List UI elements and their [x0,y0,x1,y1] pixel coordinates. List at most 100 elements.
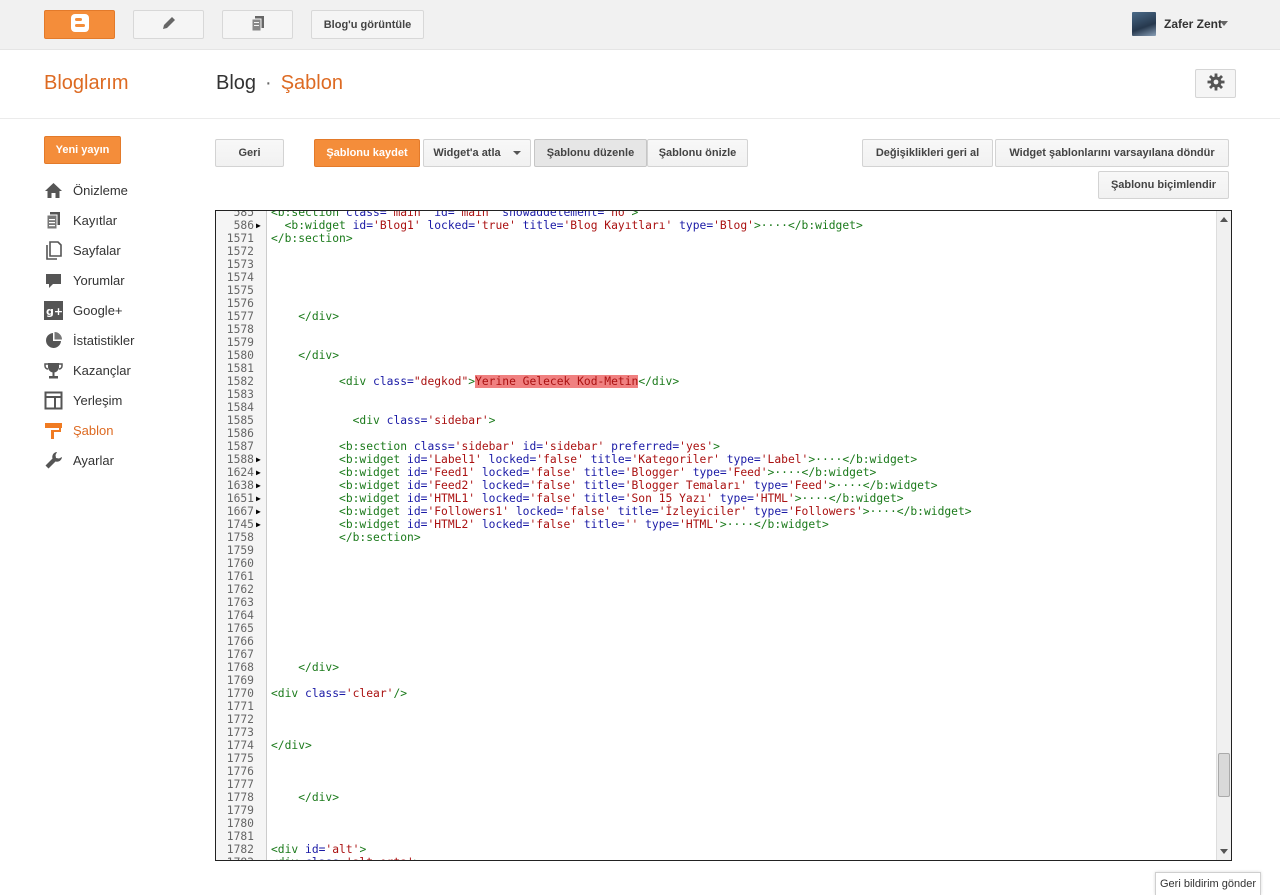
chevron-down-icon[interactable] [1220,21,1228,26]
sidebar-item-posts[interactable]: Kayıtlar [44,205,204,235]
vertical-scrollbar[interactable] [1216,211,1231,860]
fold-arrow-icon[interactable]: ▶ [254,505,267,518]
scroll-down-icon[interactable] [1220,849,1228,854]
code-line[interactable]: 1783 <div class='alt-orta'> [216,856,1216,860]
code-line[interactable]: 1773 [216,726,1216,739]
code-line[interactable]: 1779 [216,804,1216,817]
code-line[interactable]: 1772 [216,713,1216,726]
view-blog-button[interactable]: Blog'u görüntüle [311,10,424,39]
code-line[interactable]: 1581 [216,362,1216,375]
code-line[interactable]: 1781 [216,830,1216,843]
code-line[interactable]: 1758 </b:section> [216,531,1216,544]
code-line[interactable]: 1574 [216,271,1216,284]
sidebar-item-stats[interactable]: İstatistikler [44,325,204,355]
send-feedback-button[interactable]: Geri bildirim gönder [1155,872,1261,895]
code-line[interactable]: 1768 </div> [216,661,1216,674]
code-token: > [488,414,496,427]
code-line[interactable]: 1769 [216,674,1216,687]
code-line[interactable]: 1577 </div> [216,310,1216,323]
code-line[interactable]: 1580 </div> [216,349,1216,362]
my-blogs-link[interactable]: Bloglarım [44,72,128,95]
sidebar-item-layout[interactable]: Yerleşim [44,385,204,415]
code-line[interactable]: 1587 <b:section class='sidebar' id='side… [216,440,1216,453]
code-line[interactable]: 1780 [216,817,1216,830]
code-line[interactable]: 585 <b:section class='main' id='main' sho… [216,211,1216,219]
code-line[interactable]: 1774 </div> [216,739,1216,752]
code-line[interactable]: 1576 [216,297,1216,310]
code-line[interactable]: 1572 [216,245,1216,258]
edit-template-tab[interactable]: Şablonu düzenle [534,139,647,167]
breadcrumb-blog[interactable]: Blog [216,72,256,95]
revert-changes-button[interactable]: Değişiklikleri geri al [862,139,993,167]
code-line[interactable]: 1759 [216,544,1216,557]
posts-list-button[interactable] [222,10,293,39]
code-line[interactable]: 1573 [216,258,1216,271]
sidebar-item-overview[interactable]: Önizleme [44,175,204,205]
sidebar-item-google-plus[interactable]: g+ Google+ [44,295,204,325]
code-line[interactable]: 1782 <div id='alt'> [216,843,1216,856]
back-button[interactable]: Geri [215,139,284,167]
code-line[interactable]: 1764 [216,609,1216,622]
code-line[interactable]: 1579 [216,336,1216,349]
scrollbar-thumb[interactable] [1218,753,1230,797]
code-line[interactable]: 1583 [216,388,1216,401]
user-menu[interactable]: Zafer Zent [1131,12,1222,36]
code-line[interactable]: 1582 <div class="degkod">Yerine Gelecek … [216,375,1216,388]
code-lines[interactable]: 585 <b:section class='main' id='main' sho… [216,211,1216,860]
preview-template-tab[interactable]: Şablonu önizle [647,139,748,167]
code-line[interactable]: 1766 [216,635,1216,648]
new-post-button[interactable]: Yeni yayın [44,136,121,164]
code-line[interactable]: 1767 [216,648,1216,661]
code-line[interactable]: 1651 ▶ <b:widget id='HTML1' locked='false… [216,492,1216,505]
code-line[interactable]: 1624 ▶ <b:widget id='Feed1' locked='false… [216,466,1216,479]
format-template-button[interactable]: Şablonu biçimlendir [1098,171,1229,199]
code-line[interactable]: 1588 ▶ <b:widget id='Label1' locked='fals… [216,453,1216,466]
reset-widget-templates-button[interactable]: Widget şablonlarını varsayılana döndür [995,139,1229,167]
code-line[interactable]: 1763 [216,596,1216,609]
line-number: 1584 [226,401,254,414]
fold-arrow-icon[interactable]: ▶ [254,479,267,492]
save-template-button[interactable]: Şablonu kaydet [314,139,420,167]
code-line[interactable]: 1745 ▶ <b:widget id='HTML2' locked='false… [216,518,1216,531]
code-token: <div [271,843,306,856]
code-line[interactable]: 1571 </b:section> [216,232,1216,245]
line-number: 1745 [226,518,254,531]
jump-to-widget-dropdown[interactable]: Widget'a atla [423,139,531,167]
settings-button[interactable] [1195,69,1236,98]
blogger-home-button[interactable] [44,10,115,39]
sidebar-item-settings[interactable]: Ayarlar [44,445,204,475]
code-line[interactable]: 1667 ▶ <b:widget id='Followers1' locked='… [216,505,1216,518]
code-editor[interactable]: 585 <b:section class='main' id='main' sho… [215,210,1232,861]
code-line[interactable]: 1638 ▶ <b:widget id='Feed2' locked='false… [216,479,1216,492]
sidebar-item-earnings[interactable]: Kazançlar [44,355,204,385]
fold-arrow-icon[interactable]: ▶ [254,453,267,466]
fold-arrow-icon[interactable]: ▶ [254,492,267,505]
fold-arrow-icon[interactable]: ▶ [254,518,267,531]
code-line[interactable]: 1584 [216,401,1216,414]
code-line[interactable]: 1777 [216,778,1216,791]
sidebar-item-comments[interactable]: Yorumlar [44,265,204,295]
code-line[interactable]: 1575 [216,284,1216,297]
code-line[interactable]: 1762 [216,583,1216,596]
code-line[interactable]: 1775 [216,752,1216,765]
code-line[interactable]: 1778 </div> [216,791,1216,804]
sidebar-item-template[interactable]: Şablon [44,415,204,445]
template-icon [44,421,63,440]
code-line[interactable]: 1586 [216,427,1216,440]
sidebar-item-pages[interactable]: Sayfalar [44,235,204,265]
code-line[interactable]: 1776 [216,765,1216,778]
new-post-pencil-button[interactable] [133,10,204,39]
fold-arrow-icon[interactable]: ▶ [254,219,267,232]
fold-arrow-icon[interactable]: ▶ [254,466,267,479]
code-line[interactable]: 1578 [216,323,1216,336]
code-token: </div> [298,661,340,674]
scroll-up-icon[interactable] [1220,217,1228,222]
code-line[interactable]: 586 ▶ <b:widget id='Blog1' locked='true' … [216,219,1216,232]
code-line[interactable]: 1761 [216,570,1216,583]
code-line[interactable]: 1585 <div class='sidebar'> [216,414,1216,427]
code-line[interactable]: 1771 [216,700,1216,713]
code-line[interactable]: 1765 [216,622,1216,635]
code-line[interactable]: 1760 [216,557,1216,570]
code-line[interactable]: 1770 <div class='clear'/> [216,687,1216,700]
